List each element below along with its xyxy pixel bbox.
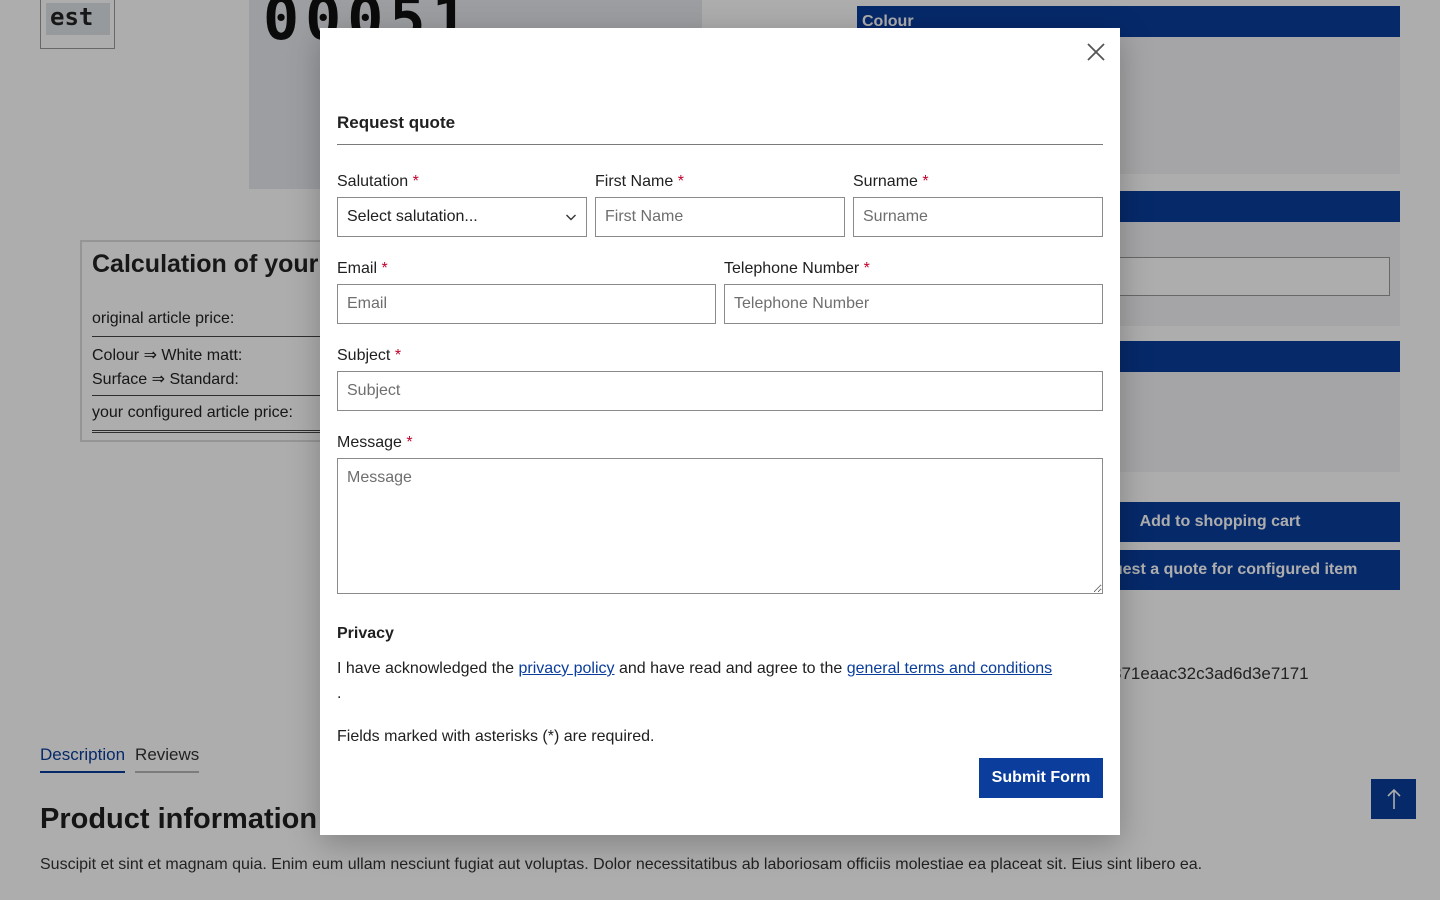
required-asterisk: * bbox=[394, 347, 402, 364]
close-icon bbox=[1087, 43, 1105, 61]
email-field[interactable] bbox=[337, 284, 716, 324]
telephone-field[interactable] bbox=[724, 284, 1103, 324]
modal-title: Request quote bbox=[337, 113, 456, 132]
salutation-value: Select salutation... bbox=[347, 208, 478, 225]
first-name-label: First Name * bbox=[595, 173, 684, 190]
subject-field[interactable] bbox=[337, 371, 1103, 411]
required-asterisk: * bbox=[412, 173, 419, 190]
required-asterisk: * bbox=[677, 173, 684, 190]
message-label: Message * bbox=[337, 434, 413, 451]
submit-button[interactable]: Submit Form bbox=[979, 758, 1103, 798]
surname-label: Surname * bbox=[853, 173, 929, 190]
required-asterisk: * bbox=[381, 260, 388, 277]
close-button[interactable] bbox=[1084, 40, 1108, 64]
required-asterisk: * bbox=[863, 260, 870, 277]
salutation-select[interactable]: Select salutation... bbox=[337, 197, 587, 237]
terms-link[interactable]: general terms and conditions bbox=[847, 660, 1052, 677]
required-asterisk: * bbox=[922, 173, 929, 190]
chevron-down-icon bbox=[566, 214, 576, 221]
privacy-policy-link[interactable]: privacy policy bbox=[518, 660, 614, 677]
salutation-label: Salutation * bbox=[337, 173, 419, 190]
surname-field[interactable] bbox=[853, 197, 1103, 237]
subject-label: Subject * bbox=[337, 347, 402, 364]
email-label: Email * bbox=[337, 260, 388, 277]
first-name-field[interactable] bbox=[595, 197, 845, 237]
divider bbox=[337, 144, 1103, 145]
request-quote-modal: Request quote Salutation * Select saluta… bbox=[320, 28, 1120, 835]
telephone-label: Telephone Number * bbox=[724, 260, 870, 277]
required-asterisk: * bbox=[406, 434, 413, 451]
privacy-text: I have acknowledged the privacy policy a… bbox=[337, 660, 1053, 702]
message-field[interactable] bbox=[337, 458, 1103, 594]
privacy-heading: Privacy bbox=[337, 625, 394, 642]
required-note: Fields marked with asterisks (*) are req… bbox=[337, 728, 655, 745]
